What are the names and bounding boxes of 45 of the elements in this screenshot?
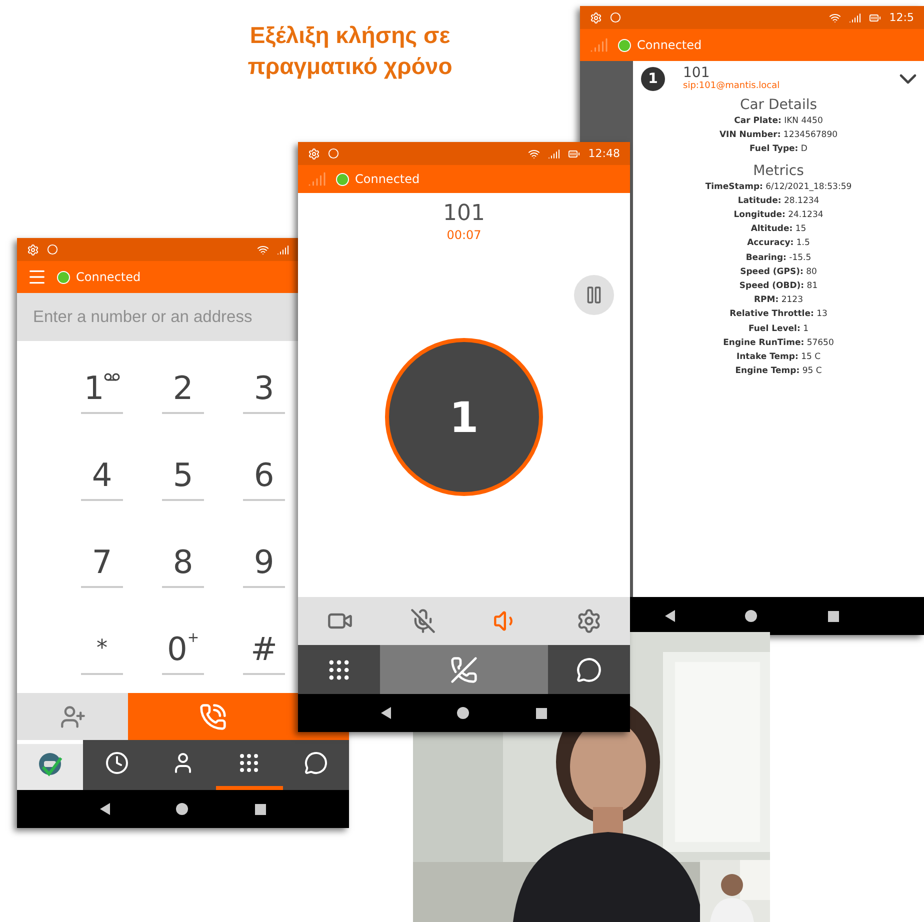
section-heading: Metrics bbox=[753, 162, 804, 179]
detail-line: Latitude: 28.1234 bbox=[738, 194, 820, 208]
detail-line: Fuel Level: 1 bbox=[748, 322, 808, 336]
slide-title: πραγματικό χρόνο bbox=[248, 53, 452, 80]
dialpad-key[interactable]: * bbox=[81, 624, 123, 675]
detail-line: Speed (OBD): 81 bbox=[739, 280, 818, 294]
dialpad-key[interactable]: 6 bbox=[243, 450, 285, 501]
detail-line: Engine RunTime: 57650 bbox=[723, 336, 834, 350]
clock-time: 12:5 bbox=[889, 11, 914, 24]
detail-line: Engine Temp: 95 C bbox=[735, 365, 822, 378]
detail-line: Accuracy: 1.5 bbox=[747, 237, 810, 250]
dialpad-key[interactable]: 4 bbox=[81, 450, 123, 501]
caller-avatar: 1 bbox=[385, 338, 543, 496]
detail-line: Speed (GPS): 80 bbox=[740, 266, 817, 279]
sip-address: sip:101@mantis.local bbox=[683, 81, 780, 91]
call-duration: 00:07 bbox=[446, 228, 482, 242]
detail-line: Car Plate: IKN 4450 bbox=[734, 115, 823, 128]
slide-title: Εξέλιξη κλήσης σε bbox=[250, 22, 450, 49]
number-field[interactable]: Enter a number or an address bbox=[17, 293, 298, 341]
caller-number: 101 bbox=[683, 65, 711, 81]
detail-line: Longitude: 24.1234 bbox=[734, 209, 824, 222]
connection-status: Connected bbox=[336, 172, 420, 186]
detail-line: VIN Number: 1234567890 bbox=[719, 129, 838, 142]
dialpad-key[interactable]: 8 bbox=[162, 537, 204, 588]
detail-line: RPM: 2123 bbox=[754, 294, 803, 308]
dialpad-key[interactable]: 7 bbox=[81, 537, 123, 588]
detail-line: Intake Temp: 15 C bbox=[736, 351, 821, 364]
caller-number: 101 bbox=[443, 201, 485, 226]
detail-line: Altitude: 15 bbox=[750, 223, 806, 236]
clock-time: 12:48 bbox=[588, 147, 620, 160]
call-badge: 1 bbox=[641, 67, 665, 91]
connection-status: Connected bbox=[57, 270, 141, 284]
dialpad-key[interactable]: 5 bbox=[162, 450, 204, 501]
section-heading: Car Details bbox=[740, 97, 818, 113]
dialpad-key[interactable]: 3 bbox=[243, 363, 285, 414]
connection-status: Connected bbox=[618, 38, 702, 52]
detail-line: Relative Throttle: 13 bbox=[730, 308, 828, 322]
dialpad-key[interactable]: 2 bbox=[162, 363, 204, 414]
detail-line: Bearing: -15.5 bbox=[746, 252, 812, 265]
dialpad-key[interactable]: # bbox=[243, 624, 285, 675]
detail-line: TimeStamp: 6/12/2021_18:53:59 bbox=[705, 180, 852, 194]
detail-line: Fuel Type: D bbox=[750, 143, 808, 156]
dialpad-key[interactable]: 0+ bbox=[162, 624, 204, 675]
dialpad-key[interactable]: 9 bbox=[243, 537, 285, 588]
dialpad-key[interactable]: 1 bbox=[81, 363, 123, 414]
